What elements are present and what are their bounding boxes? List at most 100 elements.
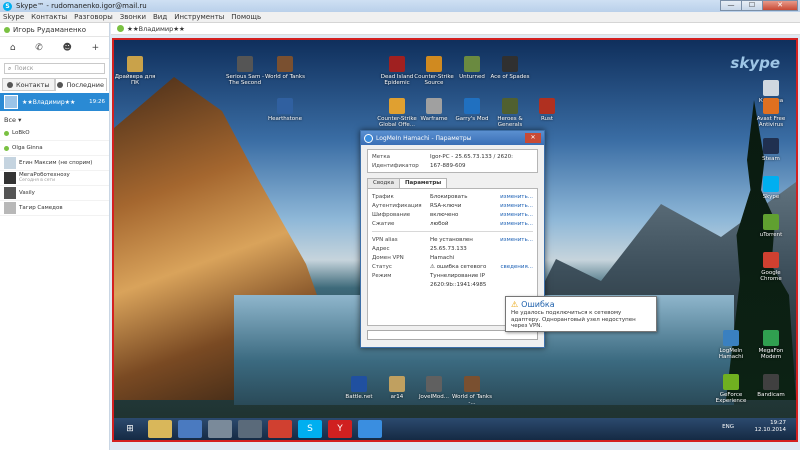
desktop-icon[interactable]: Warframe: [413, 98, 455, 122]
menu-conversations[interactable]: Разговоры: [74, 13, 113, 21]
desktop-icon[interactable]: Steam: [750, 138, 792, 162]
change-link[interactable]: изменить...: [500, 221, 533, 227]
list-item[interactable]: Егин Максим (не спорим): [0, 156, 109, 171]
profile-header[interactable]: Игорь Рудаманенко: [0, 23, 109, 37]
clock-date[interactable]: 12.10.2014: [755, 427, 787, 434]
dialog-close-button[interactable]: ✕: [525, 133, 541, 143]
language-indicator[interactable]: ENG: [722, 424, 734, 431]
field-value: RSA-ключи: [430, 202, 462, 209]
tab-parameters[interactable]: Параметры: [398, 178, 448, 188]
monitor-icon[interactable]: [178, 420, 202, 438]
desktop-icon[interactable]: World of Tanks -...: [451, 376, 493, 406]
menu-view[interactable]: Вид: [153, 13, 167, 21]
menu-calls[interactable]: Звонки: [120, 13, 146, 21]
change-link[interactable]: изменить...: [500, 212, 533, 218]
desktop-icon[interactable]: ar14: [376, 376, 418, 400]
desktop-icon[interactable]: GeForce Experience: [710, 374, 752, 404]
minimize-button[interactable]: —: [720, 0, 742, 11]
close-button[interactable]: ✕: [762, 0, 798, 11]
chrome-icon[interactable]: [268, 420, 292, 438]
desktop-icon-label: GeForce Experience: [715, 392, 747, 404]
list-item[interactable]: Тагир Самедов: [0, 201, 109, 216]
hamachi-icon: [723, 330, 739, 346]
desktop-icon-label: Counter-Strike Source: [414, 74, 454, 86]
filter-dropdown[interactable]: Все ▾: [0, 114, 109, 126]
menu-help[interactable]: Помощь: [231, 13, 261, 21]
desktop-icon-label: LogMeIn Hamachi: [718, 348, 744, 360]
contact-name: Егин Максим (не спорим): [19, 160, 93, 166]
explorer-icon[interactable]: [148, 420, 172, 438]
desktop-icon-label: Skype: [762, 194, 780, 200]
tooltip-message: Не удалось подключиться к сетевому адапт…: [511, 310, 636, 329]
dialog-title: LogMeIn Hamachi - Параметры: [376, 134, 472, 142]
app-icon[interactable]: [208, 420, 232, 438]
search-input[interactable]: ⌕ Поиск: [4, 63, 105, 74]
game-icon: [502, 98, 518, 114]
home-icon[interactable]: ⌂: [10, 43, 16, 53]
game-icon: [277, 56, 293, 72]
action-icons: ⌂ ✆ ☻ +: [0, 37, 109, 59]
field-label: Аутентификация: [372, 202, 422, 209]
desktop-icon-label: Unturned: [459, 74, 485, 80]
field-value: 25.65.73.133: [430, 245, 467, 252]
param-row: 2620:9b::1941:4985: [372, 280, 533, 289]
settings-icon[interactable]: [238, 420, 262, 438]
list-item[interactable]: Vasily: [0, 186, 109, 201]
selected-conversation[interactable]: ★★Владимир★★ 19:26: [0, 93, 109, 111]
desktop-icon[interactable]: JoveIMod...: [413, 376, 455, 400]
desktop-icon[interactable]: Garry's Mod: [451, 98, 493, 122]
list-item[interactable]: Olga Ginna: [0, 141, 109, 156]
desktop-icon-label: Serious Sam - The Second: [225, 74, 265, 86]
menu-contacts[interactable]: Контакты: [31, 13, 67, 21]
hamachi-icon[interactable]: [358, 420, 382, 438]
desktop-icon[interactable]: uTorrent: [750, 214, 792, 238]
details-link[interactable]: сведения...: [500, 264, 533, 270]
desktop-icon[interactable]: Драйвера для ПК: [114, 56, 156, 86]
desktop-icon[interactable]: Ace of Spades: [489, 56, 531, 80]
desktop-icon[interactable]: Battle.net: [338, 376, 380, 400]
phone-icon[interactable]: ✆: [35, 43, 43, 53]
desktop-icon[interactable]: Bandicam: [750, 374, 792, 398]
desktop-icon[interactable]: Google Chrome: [750, 252, 792, 282]
tab-contacts[interactable]: Контакты: [2, 78, 55, 91]
dialog-tabs: Сводка Параметры: [367, 178, 538, 188]
menu-skype[interactable]: Skype: [3, 13, 24, 21]
desktop-icon[interactable]: Counter-Strike Global Offe...: [376, 98, 418, 128]
file-icon: [389, 376, 405, 392]
desktop-icon[interactable]: Rust: [526, 98, 568, 122]
desktop-icon[interactable]: Unturned: [451, 56, 493, 80]
maximize-button[interactable]: ☐: [741, 0, 763, 11]
change-link[interactable]: изменить...: [500, 237, 533, 243]
desktop-icon[interactable]: Avast Free Antivirus: [750, 98, 792, 128]
clock-time[interactable]: 19:27: [755, 420, 786, 427]
desktop-icon[interactable]: Hearthstone: [264, 98, 306, 122]
list-item[interactable]: LoBkO: [0, 126, 109, 141]
add-contact-icon[interactable]: +: [92, 43, 100, 53]
list-item[interactable]: МегаРоботехнозу Сегодня в сети: [0, 171, 109, 186]
avatar: [4, 172, 16, 184]
yandex-icon[interactable]: Y: [328, 420, 352, 438]
desktop-icon[interactable]: MegaFon Modem: [750, 330, 792, 360]
desktop-icon[interactable]: World of Tanks: [264, 56, 306, 80]
desktop-icon[interactable]: Dead Island Epidemic: [376, 56, 418, 86]
online-status-icon: [117, 25, 124, 32]
profile-name: Игорь Рудаманенко: [13, 25, 87, 34]
tab-summary[interactable]: Сводка: [367, 178, 400, 188]
group-icon[interactable]: ☻: [62, 43, 71, 53]
tab-recent[interactable]: Последние: [54, 78, 107, 91]
window-title: Skype™ - rudomanenko.igor@mail.ru: [16, 2, 147, 10]
menu-tools[interactable]: Инструменты: [174, 13, 224, 21]
contact-name: LoBkO: [12, 130, 30, 136]
change-link[interactable]: изменить...: [500, 203, 533, 209]
change-link[interactable]: изменить...: [500, 194, 533, 200]
conversation-title: ★★Владимир★★: [127, 24, 185, 33]
desktop-icon[interactable]: LogMeIn Hamachi: [710, 330, 752, 360]
skype-icon[interactable]: S: [298, 420, 322, 438]
dialog-titlebar: LogMeIn Hamachi - Параметры ✕: [361, 131, 544, 145]
desktop-icon[interactable]: Skype: [750, 176, 792, 200]
desktop-icon[interactable]: Counter-Strike Source: [413, 56, 455, 86]
field-label: Шифрование: [372, 211, 411, 218]
windows-start-icon[interactable]: ⊞: [118, 420, 142, 438]
desktop-icon[interactable]: Serious Sam - The Second: [224, 56, 266, 86]
desktop-icon[interactable]: Heroes & Generals: [489, 98, 531, 128]
